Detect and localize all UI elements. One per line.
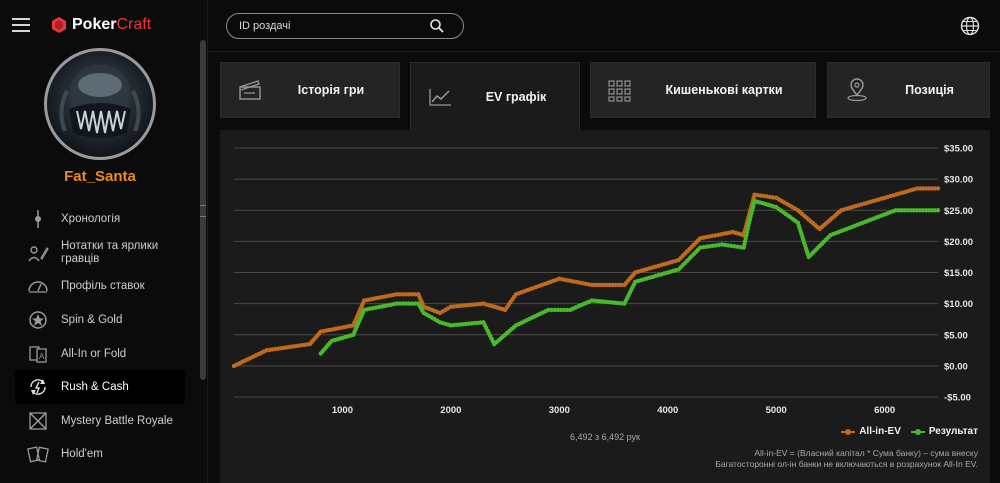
svg-text:A: A (39, 352, 45, 361)
ev-chart: $35.00 $30.00 $25.00 $20.00 $15.00 $10.00 $5.0… (231, 144, 973, 416)
x-tick-label: 6000 (874, 405, 895, 416)
sidebar-item-label: Профіль ставок (61, 280, 145, 293)
footnote-line: All-in-EV = (Власний капітал * Сума банк… (754, 448, 978, 458)
allin-fold-icon: A (27, 343, 49, 365)
avatar[interactable] (44, 48, 156, 160)
globe-icon[interactable] (960, 16, 980, 36)
bet-profile-icon (27, 275, 49, 297)
y-tick-label: $0.00 (944, 361, 968, 372)
legend-item-allin-ev[interactable]: All-in-EV (841, 426, 901, 437)
logo-mark-icon (52, 17, 66, 33)
sidebar-item-bet-profile[interactable]: Профіль ставок (15, 270, 185, 304)
chart-footnote: All-in-EV = (Власний капітал * Сума банк… (715, 448, 978, 470)
logo-text-accent: Craft (116, 16, 152, 33)
sidebar-item-allin-fold[interactable]: A All-In or Fold (15, 337, 185, 371)
sidebar-item-label: Hold'em (61, 448, 103, 461)
username: Fat_Santa (64, 168, 136, 185)
tab-label: Історія гри (297, 83, 365, 97)
y-tick-label: -$5.00 (944, 393, 971, 404)
sidebar-item-label: Mystery Battle Royale (61, 414, 173, 427)
clapper-icon (239, 80, 261, 100)
x-tick-label: 3000 (549, 405, 570, 416)
sidebar-item-mystery-battle[interactable]: Mystery Battle Royale (15, 404, 185, 438)
tab-label: Позиція (905, 83, 954, 97)
menu-icon[interactable] (12, 18, 32, 32)
ev-chart-panel: $35.00 $30.00 $25.00 $20.00 $15.00 $10.00 $5.0… (220, 130, 990, 483)
x-tick-label: 4000 (657, 405, 678, 416)
legend-swatch (841, 428, 856, 436)
y-tick-label: $25.00 (944, 206, 973, 217)
sidebar: Poker Craft Fat_Santa Хронологія Нотатки… (0, 0, 208, 483)
app-window: Poker Craft Fat_Santa Хронологія Нотатки… (0, 0, 1000, 483)
tab-label: Кишенькові картки (665, 83, 783, 97)
timeline-icon (27, 208, 49, 230)
search-input[interactable] (227, 20, 427, 32)
y-tick-label: $20.00 (944, 237, 973, 248)
sidebar-nav: Хронологія Нотатки та ярлики гравців Про… (15, 202, 185, 471)
sidebar-item-label: Нотатки та ярлики гравців (61, 239, 159, 265)
sidebar-item-label: Rush & Cash (61, 381, 129, 394)
mystery-battle-icon (27, 410, 49, 432)
line-chart-icon (429, 88, 451, 106)
tab-position[interactable]: Позиція (827, 62, 990, 118)
notes-icon (27, 242, 49, 264)
position-icon (847, 78, 867, 102)
holdem-icon (27, 443, 49, 465)
rush-cash-icon (27, 376, 49, 398)
logo-text-main: Poker (72, 16, 117, 33)
chart-legend: All-in-EV Результат (831, 426, 978, 437)
series-point (935, 208, 941, 213)
sidebar-item-label: All-In or Fold (61, 347, 127, 360)
x-tick-label: 1000 (332, 405, 353, 416)
tab-game-history[interactable]: Історія гри (220, 62, 400, 118)
sidebar-item-spin-gold[interactable]: Spin & Gold (15, 303, 185, 337)
legend-swatch (910, 428, 925, 436)
tab-label: EV графік (485, 89, 547, 104)
footnote-line: Багатосторонні ол-ін банки не включаютьс… (715, 459, 978, 469)
sidebar-item-label: Spin & Gold (61, 313, 123, 326)
spin-gold-icon (27, 309, 49, 331)
sidebar-header: Poker Craft (0, 0, 207, 50)
legend-item-result[interactable]: Результат (910, 426, 978, 437)
y-tick-label: $5.00 (944, 330, 968, 341)
sidebar-item-timeline[interactable]: Хронологія (15, 202, 185, 236)
search-icon[interactable] (429, 18, 445, 34)
y-tick-label: $30.00 (944, 175, 973, 186)
scrollbar-grip-icon[interactable] (200, 205, 206, 217)
logo[interactable]: Poker Craft (52, 16, 151, 34)
top-bar (208, 0, 1000, 52)
sidebar-item-holdem[interactable]: Hold'em (15, 438, 185, 472)
y-tick-label: $10.00 (944, 299, 973, 310)
grid-icon (608, 80, 631, 102)
y-tick-label: $15.00 (944, 268, 973, 279)
tab-pocket-cards[interactable]: Кишенькові картки (590, 62, 816, 118)
main-content: Історія гри EV графік Кишенькові картки … (208, 0, 1000, 483)
search-box (226, 13, 464, 39)
legend-label: Результат (928, 426, 978, 437)
tab-ev-graph[interactable]: EV графік (410, 62, 580, 130)
y-tick-label: $35.00 (944, 144, 973, 155)
tab-bar: Історія гри EV графік Кишенькові картки … (220, 62, 990, 130)
legend-label: All-in-EV (859, 426, 901, 437)
avatar-image-icon (59, 65, 141, 138)
series-point (935, 186, 941, 191)
x-tick-label: 2000 (440, 405, 461, 416)
sidebar-item-rush-cash[interactable]: Rush & Cash (15, 370, 185, 404)
x-tick-label: 5000 (766, 405, 787, 416)
sidebar-item-label: Хронологія (61, 212, 121, 225)
sidebar-item-notes[interactable]: Нотатки та ярлики гравців (15, 236, 185, 270)
